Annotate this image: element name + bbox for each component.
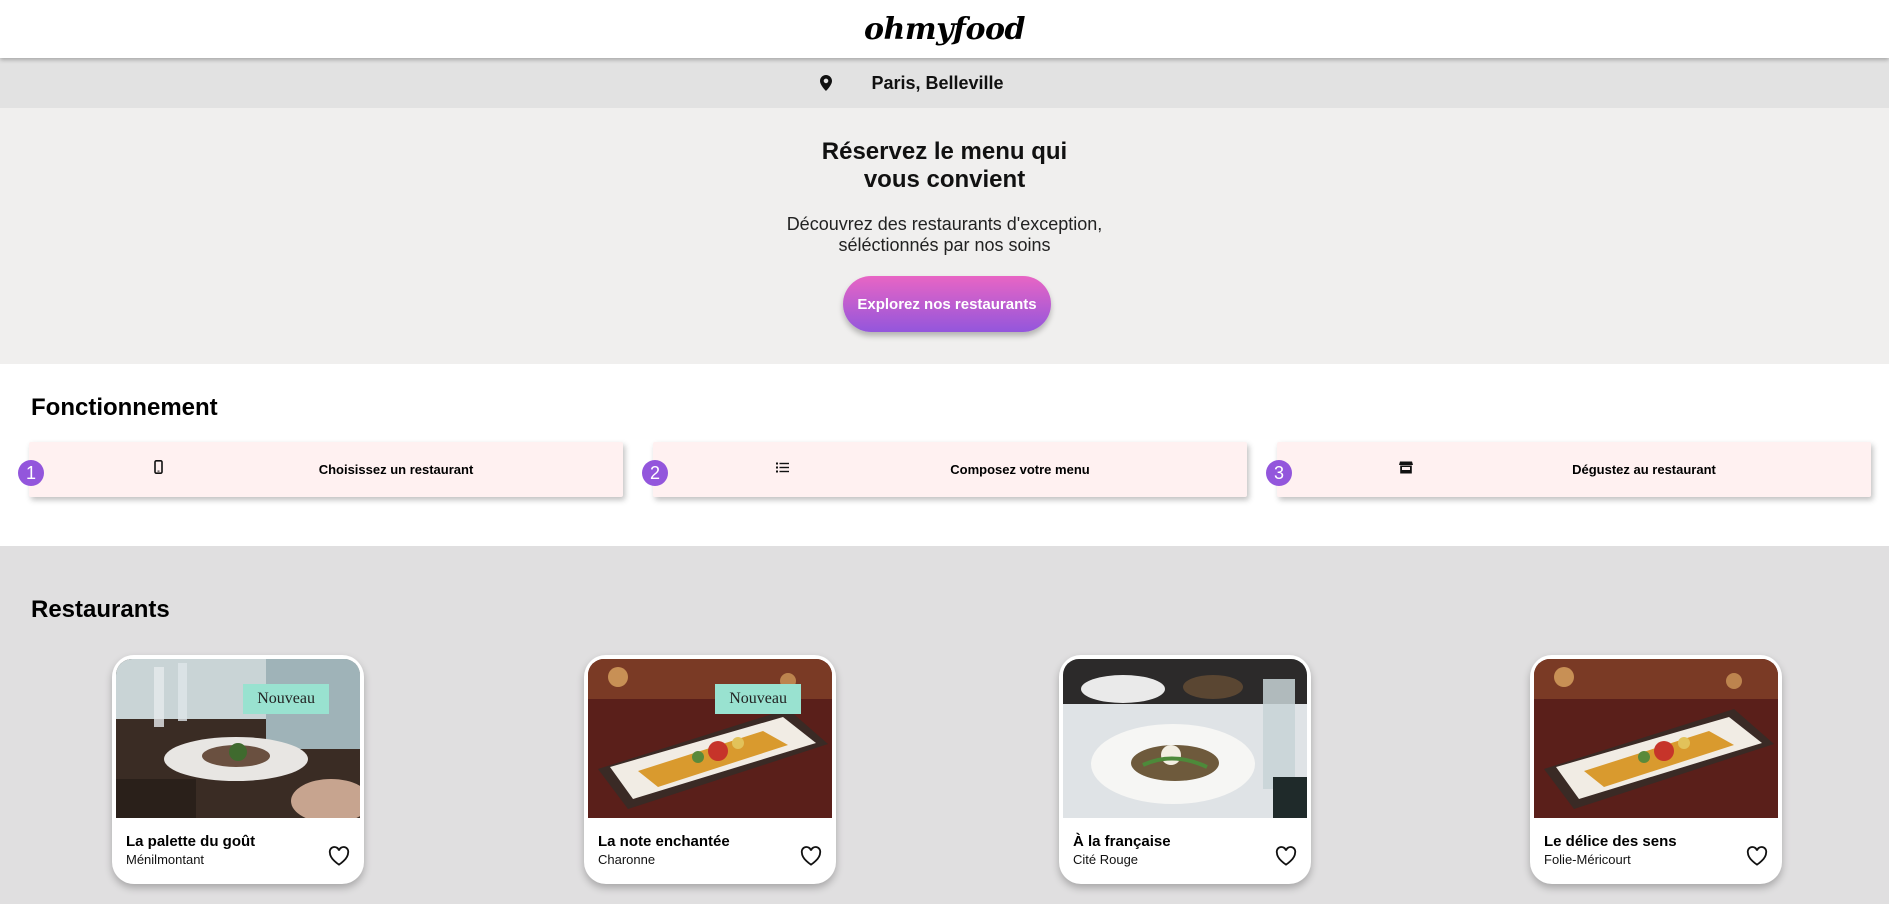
step-label: Choisissez un restaurant xyxy=(318,462,474,477)
hero-title: Réservez le menu qui vous convient xyxy=(0,138,1889,194)
hero-title-line1: Réservez le menu qui xyxy=(821,138,1068,165)
restaurant-name: La note enchantée xyxy=(598,833,730,850)
restaurant-card[interactable]: Nouveau La note enchantée Charonne xyxy=(584,655,836,884)
restaurants-section: Restaurants Nouveau La palette du goût M… xyxy=(0,546,1889,904)
restaurant-area: Folie-Méricourt xyxy=(1544,852,1631,867)
step-taste-restaurant: 3 Dégustez au restaurant xyxy=(1266,442,1871,497)
heart-icon[interactable] xyxy=(1275,846,1297,866)
hero-subtitle: Découvrez des restaurants d'exception, s… xyxy=(0,214,1889,256)
restaurants-title: Restaurants xyxy=(31,596,170,623)
restaurant-card[interactable]: Nouveau La palette du goût Ménilmontant xyxy=(112,655,364,884)
heart-icon[interactable] xyxy=(800,846,822,866)
step-number: 2 xyxy=(642,460,668,486)
store-icon xyxy=(1399,459,1413,475)
location-label: Paris, Belleville xyxy=(871,72,1004,93)
restaurant-photo xyxy=(1534,659,1778,818)
restaurant-name: À la française xyxy=(1073,833,1171,850)
new-badge: Nouveau xyxy=(243,684,329,714)
step-compose-menu: 2 Composez votre menu xyxy=(642,442,1247,497)
hero-subtitle-line2: séléctionnés par nos soins xyxy=(838,235,1051,255)
hero-title-line2: vous convient xyxy=(863,166,1026,193)
restaurant-photo xyxy=(1063,659,1307,818)
step-label: Composez votre menu xyxy=(950,462,1090,477)
restaurant-name: Le délice des sens xyxy=(1544,833,1677,850)
restaurant-area: Cité Rouge xyxy=(1073,852,1139,867)
mobile-phone-icon xyxy=(151,459,165,475)
heart-icon[interactable] xyxy=(328,846,350,866)
restaurant-area: Charonne xyxy=(598,852,656,867)
heart-icon[interactable] xyxy=(1746,846,1768,866)
restaurant-card[interactable]: Le délice des sens Folie-Méricourt xyxy=(1530,655,1782,884)
step-choose-restaurant: 1 Choisissez un restaurant xyxy=(18,442,623,497)
explore-restaurants-button[interactable]: Explorez nos restaurants xyxy=(843,276,1051,332)
how-it-works-title: Fonctionnement xyxy=(31,394,218,421)
hero-section: Réservez le menu qui vous convient Décou… xyxy=(0,108,1889,364)
restaurant-name: La palette du goût xyxy=(126,833,256,850)
restaurant-area: Ménilmontant xyxy=(126,852,205,867)
hero-subtitle-line1: Découvrez des restaurants d'exception, xyxy=(786,214,1103,234)
how-it-works-section: Fonctionnement 1 Choisissez un restauran… xyxy=(0,364,1889,546)
logo[interactable]: ohmyfood xyxy=(864,12,1025,47)
step-number: 3 xyxy=(1266,460,1292,486)
restaurant-photo xyxy=(116,659,360,818)
step-label: Dégustez au restaurant xyxy=(1572,462,1716,477)
restaurant-card[interactable]: À la française Cité Rouge xyxy=(1059,655,1311,884)
map-pin-icon xyxy=(815,72,837,94)
site-header: ohmyfood xyxy=(0,0,1889,58)
location-bar: Paris, Belleville xyxy=(0,58,1889,108)
restaurant-photo xyxy=(588,659,832,818)
new-badge: Nouveau xyxy=(715,684,801,714)
step-number: 1 xyxy=(18,460,44,486)
list-icon xyxy=(775,459,789,475)
